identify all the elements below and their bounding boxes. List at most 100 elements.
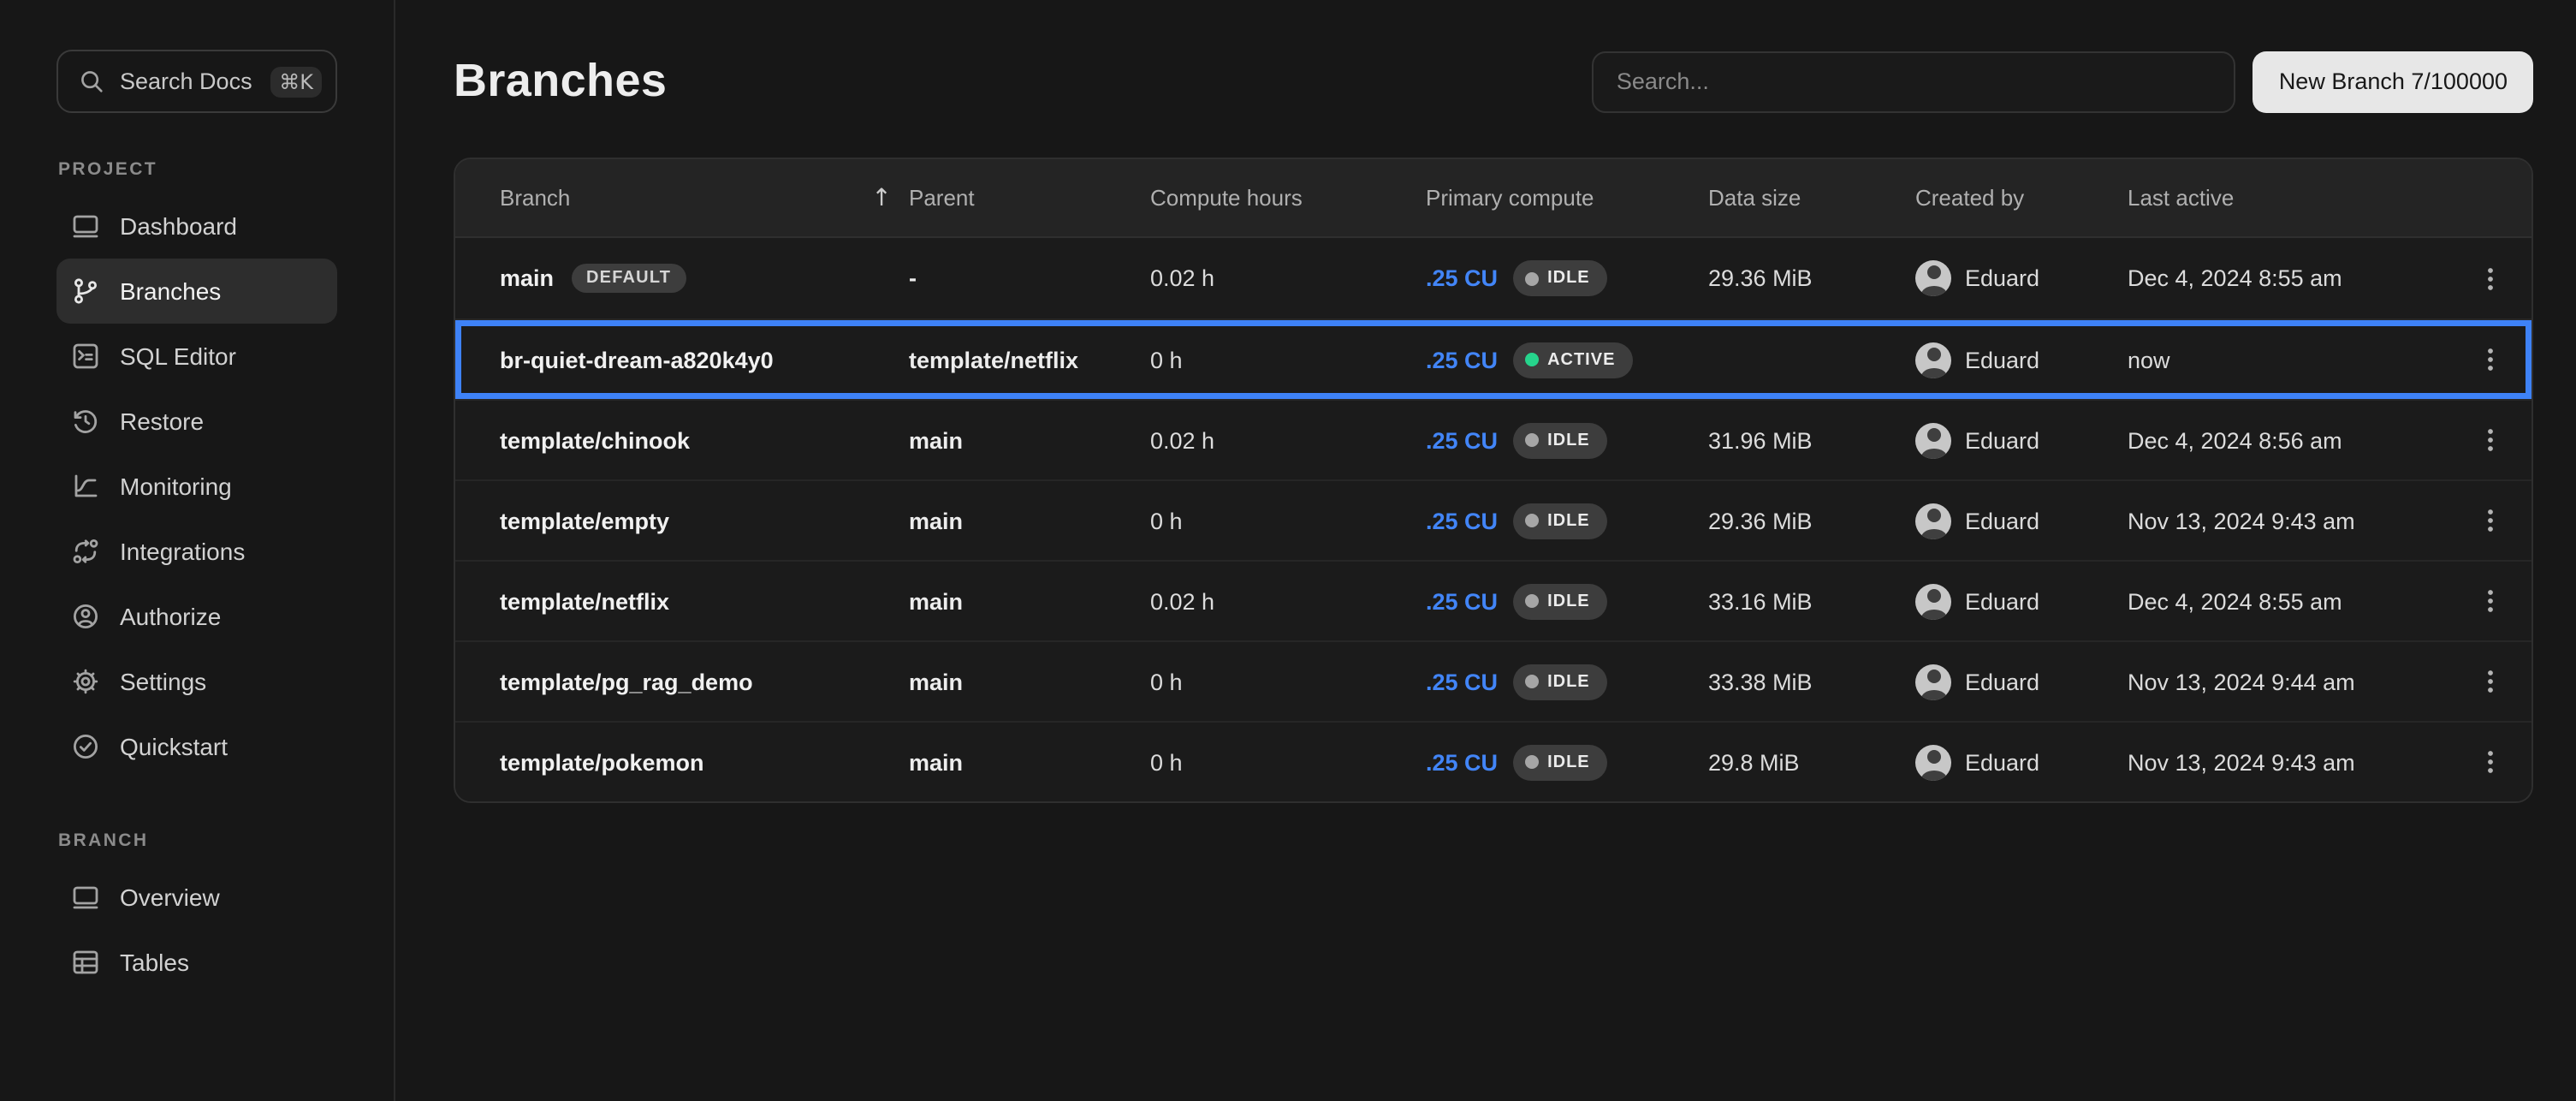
table-row[interactable]: main DEFAULT - 0.02 h .25 CU IDLE 29.36 … [455, 238, 2531, 318]
status-dot-icon [1525, 353, 1539, 366]
created-by: Eduard [1965, 265, 2039, 291]
row-menu-button[interactable] [2449, 666, 2531, 697]
sidebar-item-branches[interactable]: Branches [56, 259, 337, 324]
column-header-data-size[interactable]: Data size [1708, 185, 1915, 211]
column-header-last-active[interactable]: Last active [2128, 185, 2449, 211]
branch-search-input[interactable] [1593, 51, 2236, 112]
sidebar-item-restore[interactable]: Restore [56, 389, 337, 454]
shortcut-badge: ⌘K [270, 66, 322, 97]
row-menu-button[interactable] [2449, 263, 2531, 294]
compute-size-link[interactable]: .25 CU [1426, 427, 1498, 453]
compute-size-link[interactable]: .25 CU [1426, 669, 1498, 694]
avatar [1915, 744, 1951, 780]
avatar [1915, 260, 1951, 296]
sidebar-item-settings[interactable]: Settings [56, 649, 337, 714]
table-row[interactable]: template/empty main 0 h .25 CU IDLE 29.3… [455, 479, 2531, 560]
data-size: 29.36 MiB [1708, 508, 1915, 533]
status-badge: IDLE [1513, 260, 1607, 296]
branch-name: template/pg_rag_demo [500, 669, 753, 694]
branches-icon [70, 276, 101, 306]
parent-branch: main [909, 669, 1150, 694]
last-active: now [2128, 347, 2449, 372]
status-dot-icon [1525, 755, 1539, 769]
status-dot-icon [1525, 514, 1539, 527]
column-header-compute-hours[interactable]: Compute hours [1150, 185, 1426, 211]
table-body: main DEFAULT - 0.02 h .25 CU IDLE 29.36 … [455, 238, 2531, 801]
kebab-menu-icon [2475, 425, 2506, 455]
column-header-branch[interactable]: Branch ↑ [455, 184, 909, 211]
sidebar-item-integrations[interactable]: Integrations [56, 519, 337, 584]
compute-size-link[interactable]: .25 CU [1426, 749, 1498, 775]
compute-size-link[interactable]: .25 CU [1426, 508, 1498, 533]
sidebar-item-label: Integrations [120, 538, 245, 565]
sidebar-item-authorize[interactable]: Authorize [56, 584, 337, 649]
branch-name: template/pokemon [500, 749, 704, 775]
parent-branch: main [909, 427, 1150, 453]
status-dot-icon [1525, 433, 1539, 447]
compute-size-link[interactable]: .25 CU [1426, 347, 1498, 372]
table-row[interactable]: br-quiet-dream-a820k4y0 template/netflix… [455, 318, 2531, 399]
new-branch-button[interactable]: New Branch 7/100000 [2253, 51, 2533, 112]
row-menu-button[interactable] [2449, 586, 2531, 616]
table-row[interactable]: template/chinook main 0.02 h .25 CU IDLE… [455, 399, 2531, 479]
sidebar-item-label: Tables [120, 949, 189, 976]
kebab-menu-icon [2475, 263, 2506, 294]
kebab-menu-icon [2475, 505, 2506, 536]
compute-hours: 0 h [1150, 669, 1426, 694]
table-row[interactable]: template/pokemon main 0 h .25 CU IDLE 29… [455, 721, 2531, 801]
status-label: IDLE [1547, 269, 1590, 288]
page-header: Branches New Branch 7/100000 [454, 50, 2533, 113]
status-badge: IDLE [1513, 583, 1607, 619]
data-size: 29.36 MiB [1708, 265, 1915, 291]
sidebar-item-monitoring[interactable]: Monitoring [56, 454, 337, 519]
branches-table: Branch ↑ Parent Compute hours Primary co… [454, 158, 2533, 803]
compute-hours: 0 h [1150, 347, 1426, 372]
compute-hours: 0 h [1150, 508, 1426, 533]
compute-size-link[interactable]: .25 CU [1426, 265, 1498, 291]
status-badge: IDLE [1513, 503, 1607, 539]
status-dot-icon [1525, 675, 1539, 688]
sidebar-item-quickstart[interactable]: Quickstart [56, 714, 337, 779]
section-label-project: PROJECT [58, 159, 394, 180]
column-header-parent[interactable]: Parent [909, 185, 1150, 211]
created-by: Eduard [1965, 588, 2039, 614]
sidebar-item-sql-editor[interactable]: SQL Editor [56, 324, 337, 389]
created-by: Eduard [1965, 749, 2039, 775]
created-by: Eduard [1965, 427, 2039, 453]
sidebar-item-dashboard[interactable]: Dashboard [56, 193, 337, 259]
column-header-created-by[interactable]: Created by [1915, 185, 2128, 211]
data-size: 33.38 MiB [1708, 669, 1915, 694]
avatar [1915, 422, 1951, 458]
sidebar-item-tables[interactable]: Tables [56, 930, 337, 995]
branch-name: template/netflix [500, 588, 669, 614]
sort-ascending-icon[interactable]: ↑ [871, 184, 891, 211]
table-header-row: Branch ↑ Parent Compute hours Primary co… [455, 159, 2531, 238]
restore-icon [70, 406, 101, 437]
monitoring-icon [70, 471, 101, 502]
parent-branch: main [909, 508, 1150, 533]
default-badge: DEFAULT [571, 264, 686, 293]
branch-name: br-quiet-dream-a820k4y0 [500, 347, 774, 372]
compute-size-link[interactable]: .25 CU [1426, 588, 1498, 614]
parent-branch: main [909, 588, 1150, 614]
row-menu-button[interactable] [2449, 747, 2531, 777]
created-by: Eduard [1965, 669, 2039, 694]
branch-name: main [500, 265, 554, 291]
table-row[interactable]: template/netflix main 0.02 h .25 CU IDLE… [455, 560, 2531, 640]
created-by: Eduard [1965, 508, 2039, 533]
sidebar-item-overview[interactable]: Overview [56, 865, 337, 930]
table-row[interactable]: template/pg_rag_demo main 0 h .25 CU IDL… [455, 640, 2531, 721]
branch-name: template/empty [500, 508, 669, 533]
status-label: IDLE [1547, 431, 1590, 449]
column-header-primary-compute[interactable]: Primary compute [1426, 185, 1708, 211]
sidebar-item-label: Authorize [120, 603, 221, 630]
search-docs-button[interactable]: Search Docs ⌘K [56, 50, 337, 113]
data-size: 33.16 MiB [1708, 588, 1915, 614]
row-menu-button[interactable] [2449, 344, 2531, 375]
row-menu-button[interactable] [2449, 505, 2531, 536]
sidebar-item-label: Settings [120, 668, 206, 695]
page-title: Branches [454, 55, 1593, 108]
row-menu-button[interactable] [2449, 425, 2531, 455]
sql-editor-icon [70, 341, 101, 372]
sidebar-item-label: Dashboard [120, 212, 237, 240]
